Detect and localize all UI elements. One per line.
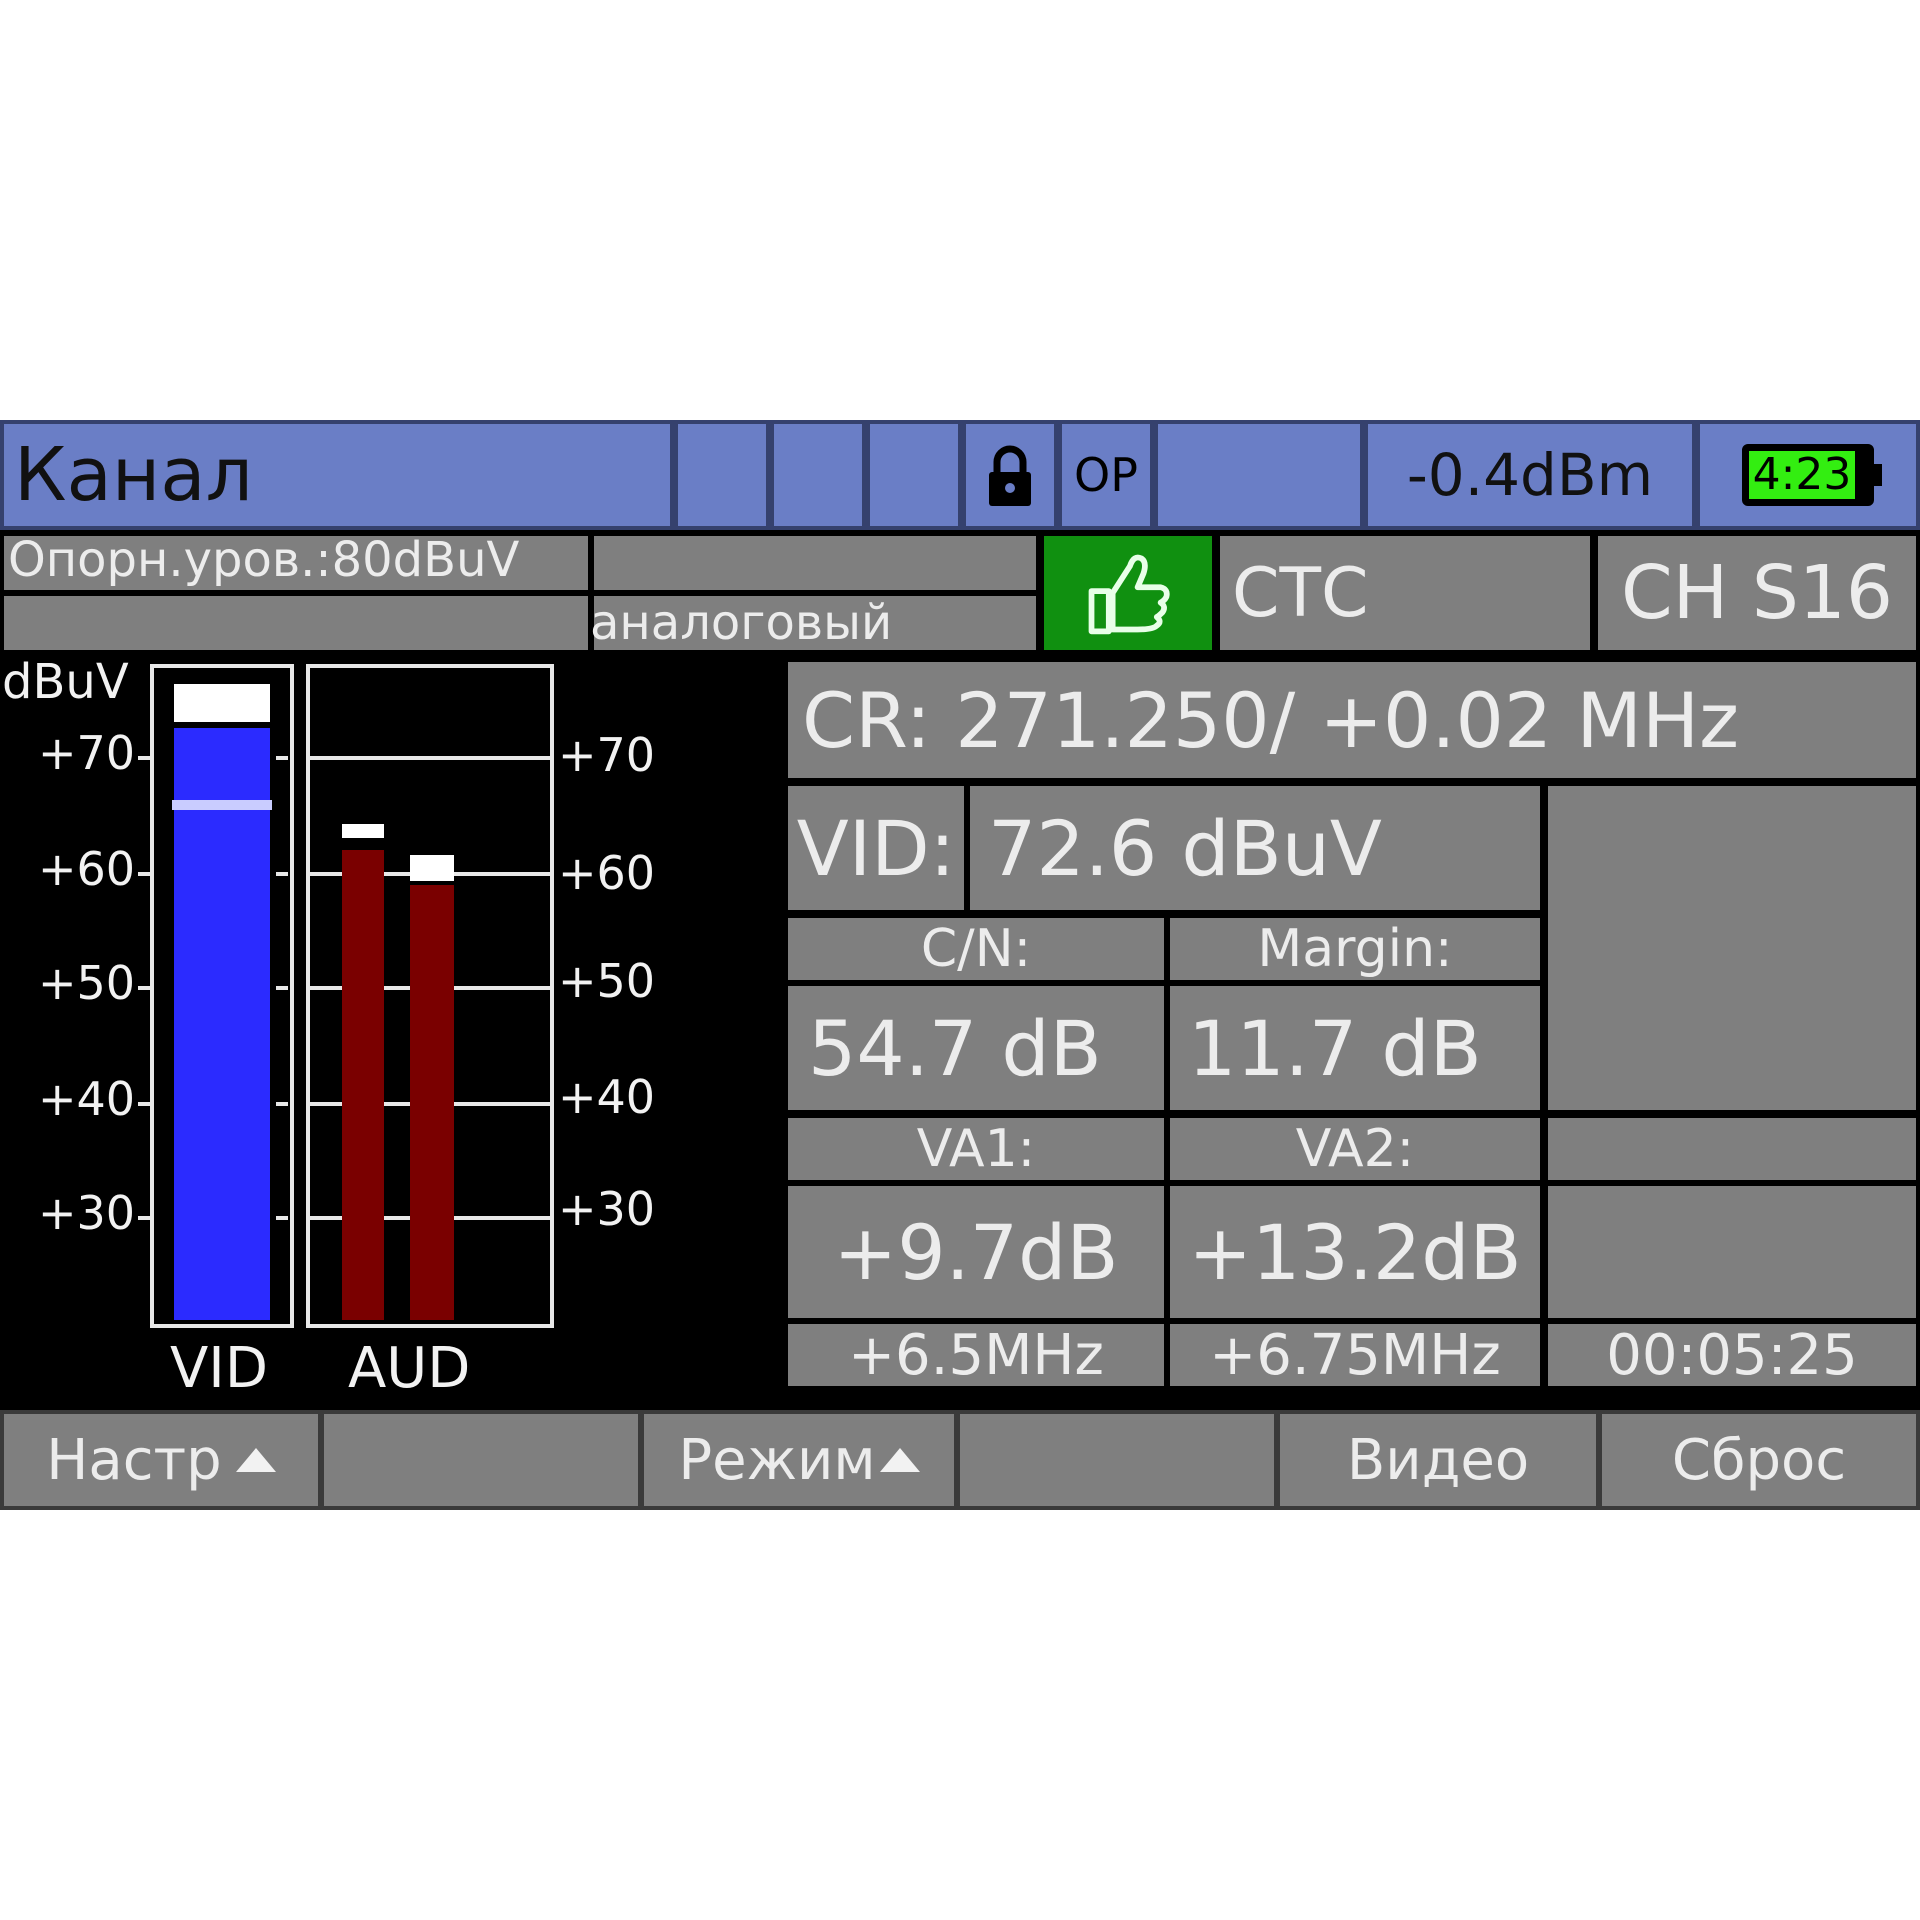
tick-label: +40 (38, 1072, 136, 1126)
status-slot-3 (870, 424, 962, 526)
status-slot-4 (1158, 424, 1364, 526)
tick-label: +70 (38, 726, 136, 780)
softkey-mode[interactable]: Режим (644, 1414, 954, 1506)
softkey-video[interactable]: Видео (1280, 1414, 1596, 1506)
title-cell: Канал (4, 424, 674, 526)
unit-label: dBuV (2, 654, 129, 710)
vid-reference-line (172, 800, 272, 810)
va2-value-cell: +13.2dB (1170, 1186, 1540, 1318)
va1-freq-cell: +6.5MHz (788, 1322, 1164, 1388)
vid-level-bar (174, 728, 270, 1320)
battery-icon: 4:23 (1742, 444, 1882, 506)
cn-label: C/N: (920, 919, 1032, 979)
cr-cell: CR: 271.250/ +0.02 MHz (788, 662, 1916, 778)
cn-label-cell: C/N: (788, 918, 1164, 980)
level-bar-graph: dBuV +70 +60 +50 +40 +30 +70 +60 +50 +40… (0, 654, 780, 1476)
ref-level: Опорн.уров.:80dBuV (8, 532, 520, 588)
power-readout: -0.4dBm (1406, 441, 1654, 509)
power-cell: -0.4dBm (1368, 424, 1696, 526)
aud1-peak-marker (342, 824, 384, 838)
mode-cell: аналоговый (590, 595, 1036, 651)
softkey-mode-label: Режим (678, 1427, 876, 1493)
softkey-settings-label: Настр (46, 1427, 222, 1493)
timer-cell: 00:05:25 (1548, 1322, 1916, 1388)
tick-label: +50 (38, 956, 136, 1010)
margin-label: Margin: (1257, 919, 1453, 979)
va1-label: VA1: (916, 1119, 1036, 1179)
info-empty-cell-2 (4, 596, 588, 650)
tick-label: +40 (558, 1070, 656, 1124)
battery-time: 4:23 (1752, 449, 1852, 500)
margin-label-cell: Margin: (1170, 918, 1540, 980)
aud2-level-bar (410, 884, 454, 1320)
vid-peak-marker (174, 684, 270, 723)
softkey-reset[interactable]: Сброс (1602, 1414, 1916, 1506)
graph-panel (1548, 786, 1916, 1110)
ok-indicator (1044, 536, 1212, 650)
cn-value: 54.7 dB (808, 1003, 1102, 1093)
va1-value-cell: +9.7dB (788, 1186, 1164, 1318)
channel-id-cell: CH S16 (1598, 536, 1916, 650)
aud1-level-bar (342, 850, 384, 1320)
meter-screen: Канал OP -0.4dBm 4:23 Опорн.уров.:80dBuV… (0, 420, 1920, 1510)
vid-value-cell: 72.6 dBuV (970, 786, 1540, 910)
arrow-up-icon (879, 1448, 920, 1472)
va2-value: +13.2dB (1188, 1207, 1522, 1297)
softkey-empty-4[interactable] (960, 1414, 1274, 1506)
elapsed-timer: 00:05:25 (1606, 1322, 1858, 1388)
cn-value-cell: 54.7 dB (788, 986, 1164, 1110)
tick-label: +60 (38, 842, 136, 896)
va1-label-cell: VA1: (788, 1118, 1164, 1180)
va2-label-cell: VA2: (1170, 1118, 1540, 1180)
va2-freq-cell: +6.75MHz (1170, 1322, 1540, 1388)
vid-label-cell: VID: (788, 786, 964, 910)
arrow-up-icon (235, 1448, 276, 1472)
tick-label: +70 (558, 728, 656, 782)
channel-name-cell: СТС (1220, 536, 1590, 650)
page-title: Канал (14, 432, 253, 518)
softkey-empty-2[interactable] (324, 1414, 638, 1506)
softkey-settings[interactable]: Настр (4, 1414, 318, 1506)
aud2-peak-marker (410, 854, 454, 881)
op-cell: OP (1062, 424, 1154, 526)
empty-value-cell (1548, 1186, 1916, 1318)
op-status: OP (1074, 448, 1138, 502)
tick-label: +30 (38, 1186, 136, 1240)
softkey-reset-label: Сброс (1671, 1427, 1847, 1493)
margin-value: 11.7 dB (1188, 1003, 1482, 1093)
thumbs-up-icon (1088, 554, 1170, 635)
softkey-video-label: Видео (1346, 1427, 1530, 1493)
empty-label-cell (1548, 1118, 1916, 1180)
va1-frequency: +6.5MHz (848, 1322, 1104, 1388)
status-slot-2 (774, 424, 866, 526)
carrier-readout: CR: 271.250/ +0.02 MHz (802, 675, 1740, 765)
va2-label: VA2: (1295, 1119, 1415, 1179)
channel-id: CH S16 (1621, 550, 1893, 636)
vid-bar-label: VID (170, 1336, 268, 1401)
tick-label: +60 (558, 846, 656, 900)
lock-cell (966, 424, 1058, 526)
va1-value: +9.7dB (833, 1207, 1119, 1297)
margin-value-cell: 11.7 dB (1170, 986, 1540, 1110)
channel-name: СТС (1232, 553, 1369, 633)
va2-frequency: +6.75MHz (1209, 1322, 1501, 1388)
mode-label: аналоговый (590, 595, 893, 651)
battery-cell: 4:23 (1700, 424, 1916, 526)
info-empty-cell (594, 536, 1036, 590)
tick-label: +50 (558, 954, 656, 1008)
lock-icon (989, 445, 1031, 506)
aud-bar-label: AUD (348, 1336, 471, 1401)
status-slot-1 (678, 424, 770, 526)
vid-level-value: 72.6 dBuV (988, 803, 1382, 893)
tick-label: +30 (558, 1182, 656, 1236)
vid-label: VID: (796, 803, 956, 893)
